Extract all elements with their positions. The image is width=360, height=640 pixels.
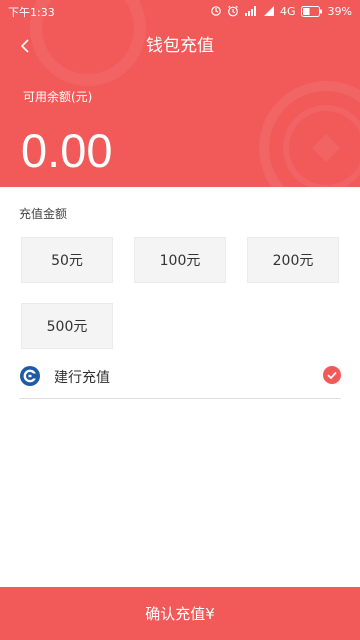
confirm-recharge-button[interactable]: 确认充值¥ <box>0 587 360 640</box>
amount-option-200[interactable]: 200元 <box>247 237 339 283</box>
amount-option-100[interactable]: 100元 <box>134 237 226 283</box>
network-type: 4G <box>280 4 296 18</box>
balance-label: 可用余额(元) <box>23 90 93 104</box>
page-title: 钱包充值 <box>146 36 214 56</box>
battery-icon <box>300 5 322 17</box>
signal-bars-icon <box>264 6 275 16</box>
hd-signal-icon <box>245 6 257 16</box>
payment-method-label: 建行充值 <box>54 370 110 386</box>
amount-option-50[interactable]: 50元 <box>21 237 113 283</box>
balance-header: 下午1:33 4G 39% 钱包充值 可用余额(元) 0.00 <box>0 0 360 187</box>
nav-bar: 钱包充值 <box>0 22 360 70</box>
ccb-bank-icon <box>20 366 40 386</box>
payment-method-ccb[interactable]: 建行充值 <box>19 358 341 399</box>
alarm-icon <box>228 5 238 17</box>
status-bar: 下午1:33 4G 39% <box>0 0 360 22</box>
status-time: 下午1:33 <box>8 6 55 19</box>
balance-value: 0.00 <box>21 124 113 177</box>
battery-percent: 39% <box>327 4 352 18</box>
recharge-amount-label: 充值金额 <box>19 207 68 221</box>
sync-icon <box>211 6 221 16</box>
status-icons: 4G 39% <box>210 3 352 19</box>
amount-option-500[interactable]: 500元 <box>21 303 113 349</box>
check-circle-icon <box>323 366 341 384</box>
